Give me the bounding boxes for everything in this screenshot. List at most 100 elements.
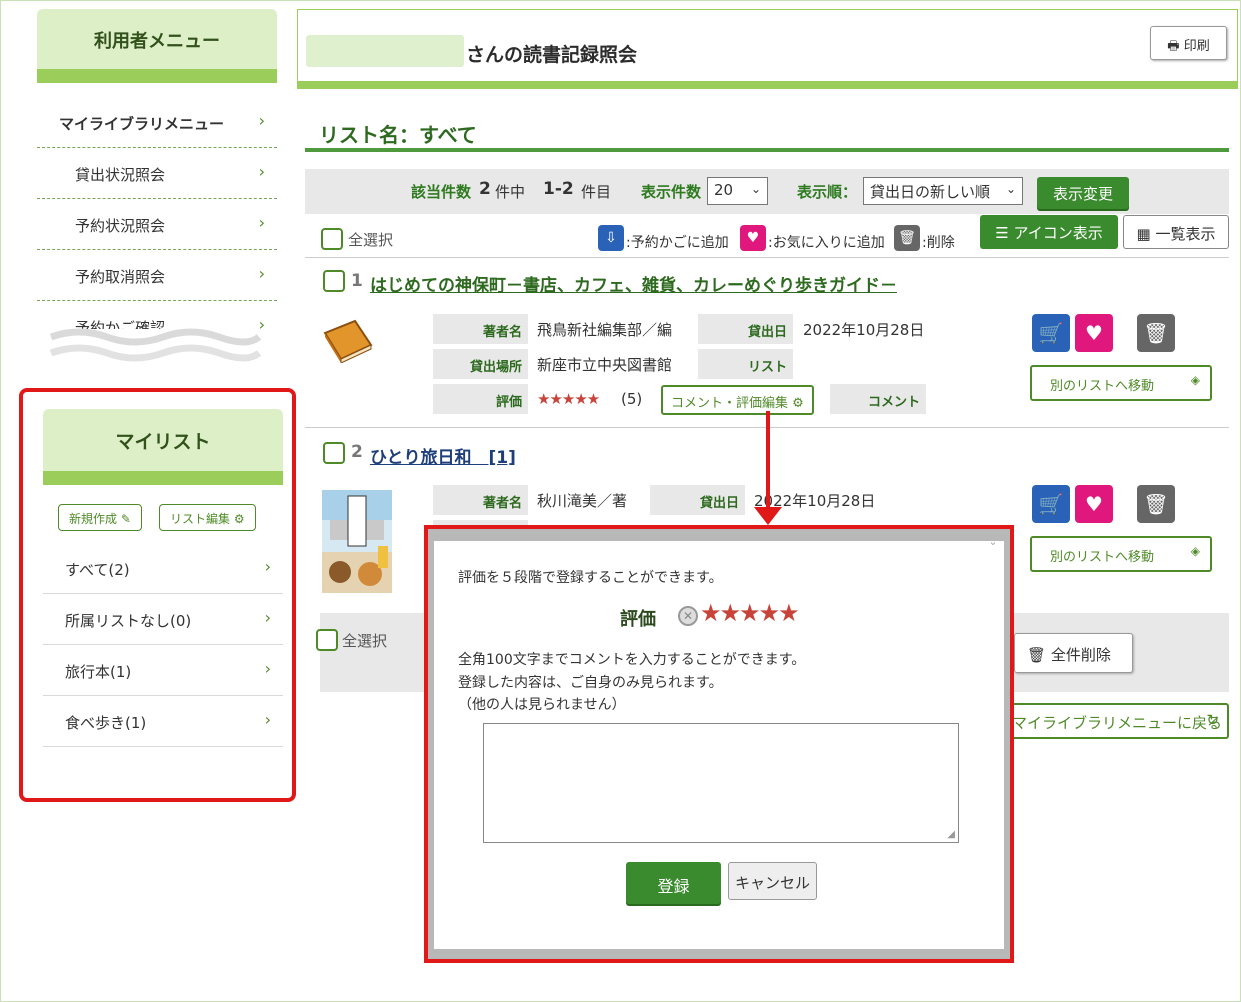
per-page-value: 20 — [714, 181, 734, 199]
dialog-intro: 評価を５段階で登録することができます。 — [458, 570, 723, 586]
delete-button[interactable]: 🗑 — [1137, 485, 1175, 523]
list-icon: ☰ — [995, 224, 1009, 242]
location-label: 貸出場所 — [433, 349, 528, 379]
trash-icon: 🗑 — [1143, 492, 1169, 516]
list-view-button[interactable]: ▦ 一覧表示 — [1123, 215, 1229, 249]
apply-filter-button[interactable]: 表示変更 — [1037, 177, 1129, 209]
move-list-label: 別のリストへ移動 — [1050, 379, 1155, 394]
book-checkbox[interactable] — [323, 442, 345, 464]
sidebar-item-loans[interactable]: 貸出状況照会 › — [37, 148, 277, 199]
comment-edit-button[interactable]: コメント・評価編集 ⚙ — [661, 385, 814, 415]
chevron-down-icon: ⌄ — [1005, 182, 1016, 196]
print-button[interactable]: 🖶 印刷 — [1150, 26, 1227, 60]
comment-textarea[interactable]: ◢ — [483, 723, 959, 843]
cancel-button[interactable]: キャンセル — [728, 862, 817, 900]
cut-off-decoration — [49, 328, 261, 362]
chevron-right-icon: › — [264, 557, 271, 576]
per-page-select[interactable]: 20 ⌄ — [707, 177, 768, 205]
mylist-item-food[interactable]: 食べ歩き(1) › — [43, 696, 283, 747]
sidebar-item-label: 予約取消照会 — [75, 268, 166, 286]
author-label: 著者名 — [433, 485, 528, 515]
chevron-right-icon: › — [258, 111, 265, 130]
sort-select[interactable]: 貸出日の新しい順 ⌄ — [863, 177, 1023, 205]
sort-value: 貸出日の新しい順 — [870, 183, 991, 201]
masked-username — [306, 35, 464, 67]
sidebar-item-cancellations[interactable]: 予約取消照会 › — [37, 250, 277, 301]
range-unit: 件目 — [581, 183, 612, 201]
select-all-checkbox[interactable] — [321, 228, 343, 250]
sidebar-item-label: 貸出状況照会 — [75, 166, 166, 184]
layers-icon: ◈ — [1190, 544, 1200, 558]
book-cover-image — [322, 490, 392, 593]
loan-date-label: 貸出日 — [650, 485, 745, 515]
layers-icon: ◈ — [1190, 373, 1200, 387]
rating-stars: ★★★★★ — [537, 390, 600, 408]
mylist-item-travel[interactable]: 旅行本(1) › — [43, 645, 283, 696]
dialog-note-line3: （他の人は見られません） — [458, 697, 626, 713]
add-to-cart-button[interactable]: 🛒 — [1032, 314, 1070, 352]
chevron-right-icon: › — [258, 162, 265, 181]
sidebar-item-reservations[interactable]: 予約状況照会 › — [37, 199, 277, 250]
page-title: さんの読書記録照会 — [466, 44, 638, 66]
book-title-link[interactable]: ひとり旅日和 [1] — [370, 443, 516, 468]
add-favorite-button[interactable]: ♥ — [1075, 314, 1113, 352]
page-header: さんの読書記録照会 🖶 印刷 — [297, 9, 1238, 89]
mylist-item-all[interactable]: すべて(2) › — [43, 543, 283, 594]
mylist-item-label: 食べ歩き(1) — [65, 714, 147, 732]
chevron-right-icon: › — [258, 264, 265, 283]
hits-label: 該当件数 — [411, 183, 472, 201]
filter-bar: 該当件数 2 件中 1-2 件目 表示件数 20 ⌄ 表示順： 貸出日の新しい順… — [305, 169, 1229, 214]
refresh-icon: ↻ — [1206, 711, 1219, 729]
user-menu-header: 利用者メニュー — [37, 9, 277, 83]
delete-all-button[interactable]: 🗑 全件削除 — [1014, 633, 1133, 673]
legend-cart: :予約かごに追加 — [626, 235, 729, 251]
comment-edit-label: コメント・評価編集 — [671, 396, 789, 411]
book-checkbox[interactable] — [323, 270, 345, 292]
chevron-right-icon: › — [264, 608, 271, 627]
move-list-button[interactable]: 別のリストへ移動 ◈ — [1030, 365, 1212, 401]
move-list-button[interactable]: 別のリストへ移動 ◈ — [1030, 536, 1212, 572]
resize-grip-icon[interactable]: ◢ — [947, 829, 955, 840]
new-list-button[interactable]: 新規作成 ✎ — [58, 504, 142, 531]
select-all-checkbox-bottom[interactable] — [316, 629, 338, 651]
dialog-note-line2: 登録した内容は、ご自身のみ見られます。 — [458, 675, 723, 691]
mylist-item-label: 所属リストなし(0) — [65, 612, 192, 630]
sort-label: 表示順： — [797, 183, 858, 201]
return-label: マイライブラリメニューに戻る — [1012, 714, 1223, 732]
dialog-note-line1: 全角100文字までコメントを入力することができます。 — [458, 652, 806, 668]
sidebar-item-mylibrary[interactable]: マイライブラリメニュー › — [37, 97, 277, 148]
delete-button[interactable]: 🗑 — [1137, 314, 1175, 352]
book-placeholder-icon — [323, 319, 373, 363]
select-all-label-bottom: 全選択 — [342, 632, 388, 650]
list-view-label: 一覧表示 — [1155, 225, 1216, 243]
icon-view-label: アイコン表示 — [1013, 224, 1103, 242]
book-title-link[interactable]: はじめての神保町－書店、カフェ、雑貨、カレーめぐり歩きガイド－ — [370, 271, 897, 296]
rating-dialog-frame: ⌄ 評価を５段階で登録することができます。 評価 ✕ ★★★★★ 全角100文字… — [424, 525, 1014, 963]
clear-rating-icon[interactable]: ✕ — [678, 606, 698, 626]
mylist-item-label: 旅行本(1) — [65, 663, 132, 681]
sidebar-item-label: マイライブラリメニュー — [59, 115, 225, 133]
dialog-rating-stars[interactable]: ★★★★★ — [700, 599, 800, 627]
trash-icon: 🗑 — [1027, 646, 1047, 664]
rating-count: (5) — [621, 390, 643, 408]
author-value: 秋川滝美／著 — [537, 492, 628, 510]
callout-arrow-line — [766, 411, 770, 515]
return-mylibrary-button[interactable]: マイライブラリメニューに戻る ↻ — [996, 703, 1229, 739]
close-icon[interactable]: ⌄ — [986, 535, 1000, 549]
register-button[interactable]: 登録 — [626, 862, 721, 904]
per-page-label: 表示件数 — [641, 183, 702, 201]
loan-date-label: 貸出日 — [698, 314, 793, 344]
list-label: リスト — [698, 349, 793, 379]
divider — [305, 257, 1229, 258]
pencil-icon: ✎ — [120, 512, 131, 526]
range-value: 1-2 — [543, 179, 574, 199]
add-to-cart-button[interactable]: 🛒 — [1032, 485, 1070, 523]
book-number: 1 — [351, 271, 363, 291]
icon-view-button[interactable]: ☰ アイコン表示 — [980, 215, 1118, 249]
mylist-item-label: すべて(2) — [65, 561, 130, 579]
hits-count: 2 — [479, 179, 491, 199]
legend-favorite: :お気に入りに追加 — [768, 235, 885, 251]
add-favorite-button[interactable]: ♥ — [1075, 485, 1113, 523]
mylist-item-unassigned[interactable]: 所属リストなし(0) › — [43, 594, 283, 645]
edit-list-button[interactable]: リスト編集 ⚙ — [159, 504, 256, 531]
